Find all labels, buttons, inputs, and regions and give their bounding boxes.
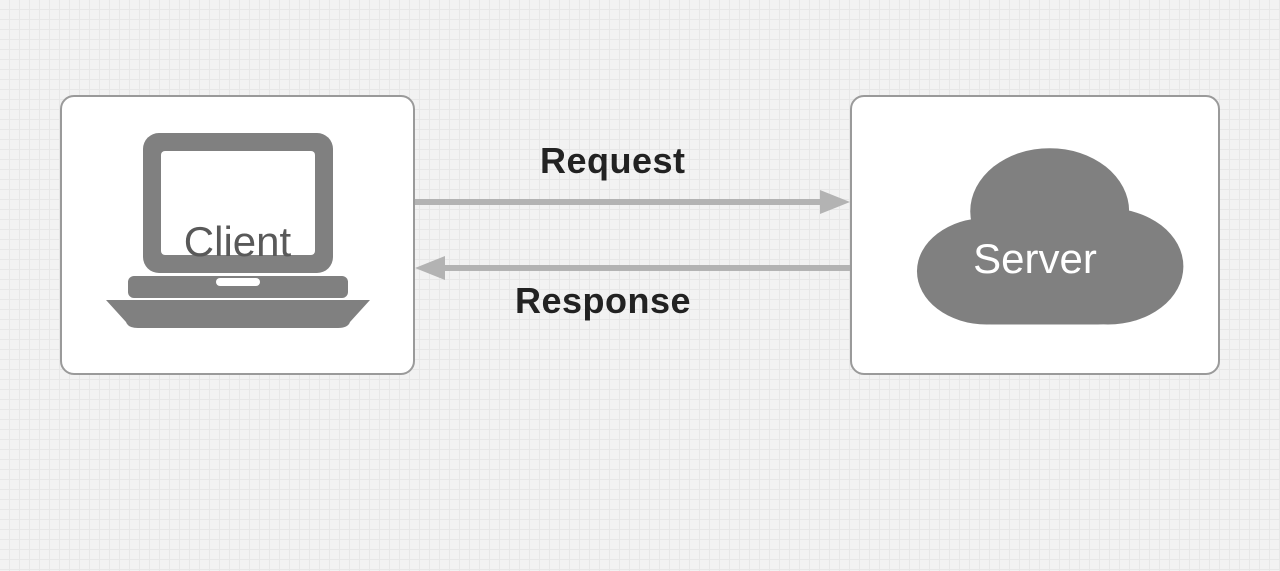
server-label: Server — [885, 235, 1185, 283]
client-card: Client — [60, 95, 415, 375]
response-label: Response — [515, 280, 691, 322]
client-label: Client — [88, 218, 388, 266]
request-arrow-icon — [415, 190, 850, 214]
request-label: Request — [540, 140, 686, 182]
diagram-stage: Client Server Request — [0, 0, 1280, 571]
server-card: Server — [850, 95, 1220, 375]
cloud-icon: Server — [885, 125, 1185, 345]
laptop-icon: Client — [88, 128, 388, 343]
response-arrow-icon — [415, 256, 850, 280]
